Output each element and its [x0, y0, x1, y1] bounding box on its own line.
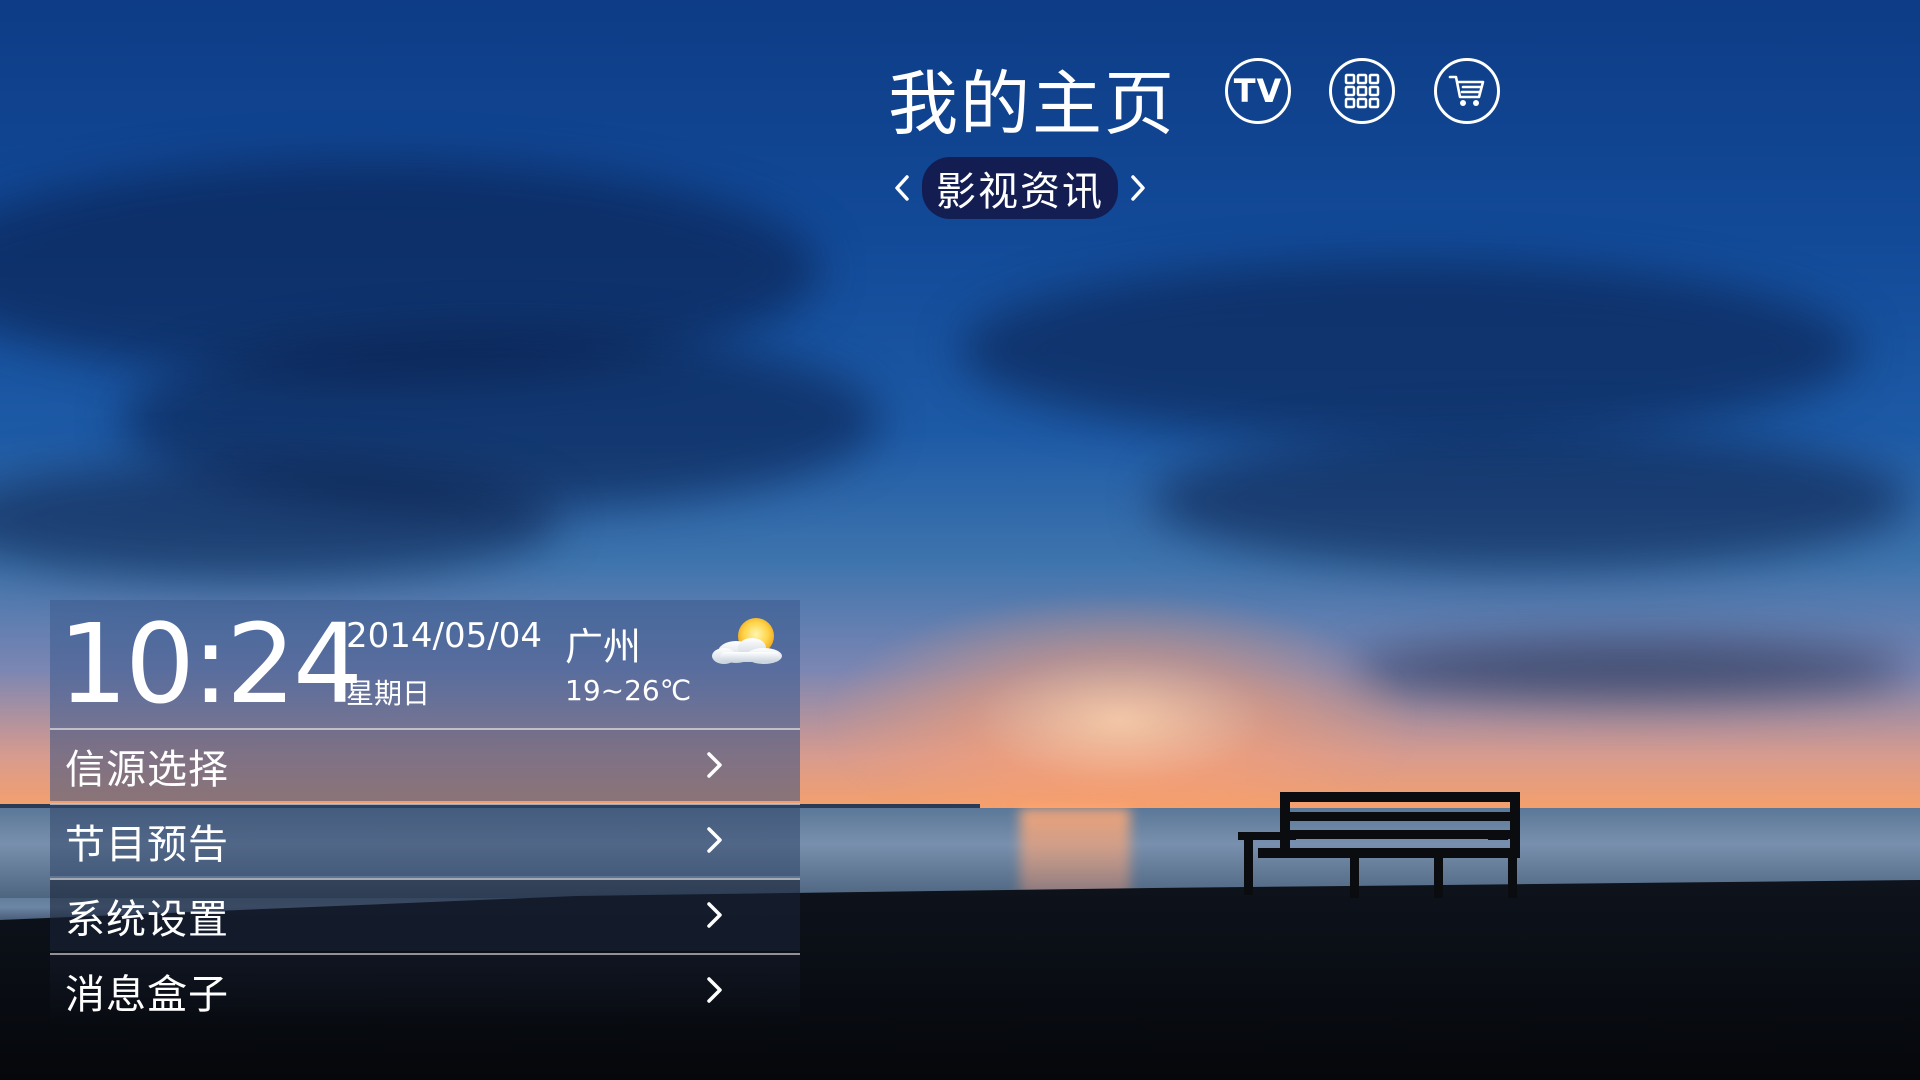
menu-item-label: 节目预告	[65, 821, 229, 868]
prev-category-button[interactable]	[888, 168, 916, 208]
chevron-right-icon	[707, 827, 722, 853]
next-category-button[interactable]	[1124, 168, 1152, 208]
menu-item-label: 信源选择	[65, 746, 229, 793]
menu-item-message-box[interactable]: 消息盒子	[50, 953, 800, 1026]
page-title: 我的主页	[888, 63, 1176, 145]
tv-button[interactable]: TV	[1225, 58, 1291, 124]
menu-item-source-select[interactable]: 信源选择	[50, 728, 800, 801]
city-name: 广州	[565, 625, 642, 669]
clock-time: 10:24	[58, 600, 363, 728]
bench-silhouette	[1238, 792, 1520, 898]
apps-button[interactable]	[1329, 58, 1395, 124]
shop-button[interactable]	[1434, 58, 1500, 124]
chevron-right-icon	[1131, 175, 1145, 201]
menu-item-label: 消息盒子	[65, 971, 229, 1018]
chevron-right-icon	[707, 752, 722, 778]
menu-item-system-settings[interactable]: 系统设置	[50, 878, 800, 951]
partly-cloudy-icon	[712, 618, 782, 664]
menu-item-label: 系统设置	[65, 896, 229, 943]
current-category-tab[interactable]: 影视资讯	[922, 157, 1118, 219]
apps-grid-icon	[1344, 73, 1380, 109]
info-widget: 10:24 2014/05/04 星期日 广州 19~26℃	[50, 600, 800, 728]
temperature-range: 19~26℃	[565, 674, 692, 707]
side-panel: 10:24 2014/05/04 星期日 广州 19~26℃ 信源选择 节目预告…	[50, 600, 800, 1030]
shopping-cart-icon	[1448, 75, 1485, 106]
category-switcher: 影视资讯	[888, 157, 1152, 219]
tv-icon: TV	[1233, 72, 1283, 110]
menu-item-program-guide[interactable]: 节目预告	[50, 803, 800, 876]
chevron-right-icon	[707, 902, 722, 928]
weekday-text: 星期日	[346, 677, 431, 710]
chevron-right-icon	[707, 977, 722, 1003]
home-screen: 我的主页 TV 影视资讯 10:24 2014/05/04 星期日 广州 19~…	[0, 0, 1920, 1080]
date-text: 2014/05/04	[346, 616, 542, 656]
chevron-left-icon	[895, 175, 909, 201]
